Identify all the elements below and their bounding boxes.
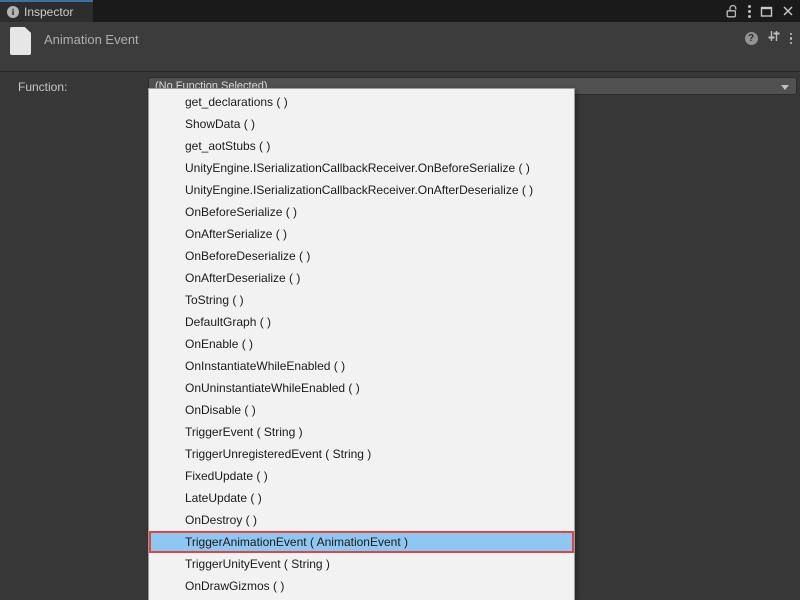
menu-item[interactable]: OnBeforeSerialize ( ) (149, 201, 574, 223)
menu-item[interactable]: OnBeforeDeserialize ( ) (149, 245, 574, 267)
maximize-icon[interactable] (760, 5, 773, 18)
kebab-menu-icon[interactable] (748, 5, 751, 18)
document-icon (10, 27, 31, 55)
unity-inspector-window: i Inspector (0, 0, 800, 600)
tab-inspector[interactable]: i Inspector (0, 0, 93, 22)
component-header: Animation Event ? (0, 22, 800, 72)
menu-item[interactable]: OnEnable ( ) (149, 333, 574, 355)
function-label: Function: (18, 80, 67, 94)
chevron-down-icon (781, 85, 789, 90)
menu-item[interactable]: LateUpdate ( ) (149, 487, 574, 509)
menu-item-selected[interactable]: TriggerAnimationEvent ( AnimationEvent ) (149, 531, 574, 553)
menu-item[interactable]: OnDestroy ( ) (149, 509, 574, 531)
help-icon[interactable]: ? (745, 32, 758, 45)
menu-item[interactable]: OnUninstantiateWhileEnabled ( ) (149, 377, 574, 399)
menu-item[interactable]: get_declarations ( ) (149, 91, 574, 113)
function-menu: get_declarations ( )ShowData ( )get_aotS… (148, 88, 575, 600)
kebab-menu-icon[interactable] (790, 33, 793, 45)
menu-item[interactable]: ShowData ( ) (149, 113, 574, 135)
tab-strip: i Inspector (0, 0, 800, 22)
menu-item[interactable]: get_aotStubs ( ) (149, 135, 574, 157)
menu-item[interactable]: OnAfterDeserialize ( ) (149, 267, 574, 289)
presets-icon[interactable] (767, 29, 781, 48)
close-icon[interactable] (782, 5, 794, 17)
menu-item[interactable]: TriggerUnityEvent ( String ) (149, 553, 574, 575)
menu-item[interactable]: UnityEngine.ISerializationCallbackReceiv… (149, 157, 574, 179)
info-icon: i (7, 6, 19, 18)
menu-item[interactable]: ToString ( ) (149, 289, 574, 311)
menu-item[interactable]: UnityEngine.ISerializationCallbackReceiv… (149, 179, 574, 201)
menu-item[interactable]: TriggerUnregisteredEvent ( String ) (149, 443, 574, 465)
menu-item[interactable]: FixedUpdate ( ) (149, 465, 574, 487)
tab-label: Inspector (24, 5, 73, 19)
menu-item[interactable]: OnAfterSerialize ( ) (149, 223, 574, 245)
menu-item[interactable]: TriggerEvent ( String ) (149, 421, 574, 443)
menu-item[interactable]: DefaultGraph ( ) (149, 311, 574, 333)
component-title: Animation Event (44, 32, 139, 47)
unlock-icon[interactable] (725, 4, 739, 19)
menu-item[interactable]: OnDrawGizmos ( ) (149, 575, 574, 597)
menu-item[interactable]: OnInstantiateWhileEnabled ( ) (149, 355, 574, 377)
menu-item[interactable]: OnDisable ( ) (149, 399, 574, 421)
